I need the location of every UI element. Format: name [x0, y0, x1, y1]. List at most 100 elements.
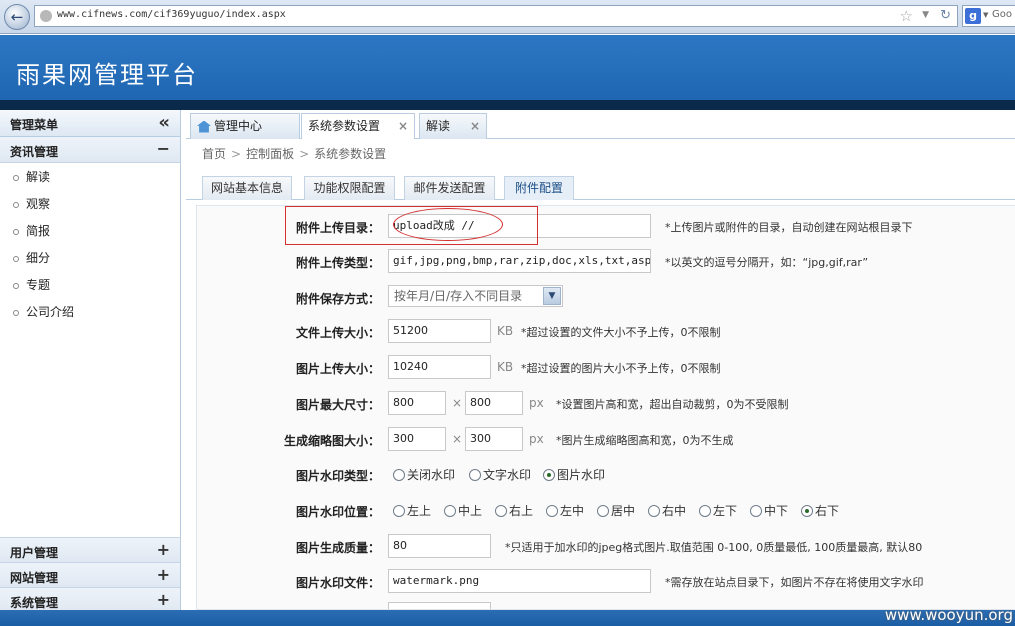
wm-pos-label: 图片水印位置：: [295, 505, 380, 519]
sidebar-section-site[interactable]: 网站管理 +: [0, 562, 180, 587]
wm-file-input[interactable]: watermark.png: [388, 569, 651, 593]
subtab-mail[interactable]: 邮件发送配置: [404, 176, 495, 200]
sidebar-item-label: 公司介绍: [26, 305, 75, 319]
sidebar-section-label: 系统管理: [10, 596, 59, 610]
thumb-width-input[interactable]: 300: [388, 427, 446, 451]
tab-jiedu[interactable]: 解读 ×: [419, 113, 487, 139]
wm-file-label: 图片水印文件：: [295, 576, 380, 590]
upload-types-input[interactable]: gif,jpg,png,bmp,rar,zip,doc,xls,txt,aspx…: [388, 249, 651, 273]
tab-dashboard[interactable]: 管理中心: [190, 113, 300, 139]
file-size-label: 文件上传大小：: [295, 326, 380, 340]
row-wm-type: 图片水印类型： 关闭水印 文字水印 图片水印: [197, 462, 1015, 488]
radio-wm-text[interactable]: 文字水印: [469, 466, 531, 483]
sidebar-item-label: 专题: [26, 278, 51, 292]
sidebar-section-news[interactable]: 资讯管理 −: [0, 137, 180, 163]
radio-pos-center[interactable]: 居中: [597, 502, 635, 519]
save-mode-select[interactable]: 按年月/日/存入不同目录 ▼: [388, 285, 563, 307]
search-box[interactable]: g ▼ Goo: [962, 5, 1015, 27]
tab-bar: 管理中心 系统参数设置 × 解读 ×: [186, 110, 1015, 139]
bullet-icon: [13, 255, 19, 262]
sidebar-menu: 解读 观察 简报 细分 专题 公司介绍: [0, 163, 180, 326]
plus-icon[interactable]: +: [157, 540, 170, 559]
radio-wm-off[interactable]: 关闭水印: [393, 466, 455, 483]
quality-input[interactable]: 80: [388, 534, 491, 558]
file-size-input[interactable]: 51200: [388, 319, 491, 343]
radio-pos-bottom-right[interactable]: 右下: [801, 502, 839, 519]
bookmark-star-icon[interactable]: ☆: [900, 7, 913, 25]
chevron-down-icon[interactable]: ▼: [922, 10, 929, 20]
close-icon[interactable]: ×: [398, 114, 408, 138]
minus-icon[interactable]: −: [157, 139, 170, 158]
radio-label: 右下: [815, 504, 840, 518]
radio-wm-image[interactable]: 图片水印: [543, 466, 605, 483]
times-sign: ×: [452, 396, 463, 410]
app-title: 雨果网管理平台: [16, 61, 198, 89]
plus-icon[interactable]: +: [157, 565, 170, 584]
subtab-attachments[interactable]: 附件配置: [504, 176, 574, 200]
img-max-label: 图片最大尺寸：: [295, 398, 380, 412]
radio-circle: [750, 505, 762, 517]
breadcrumb-control-panel[interactable]: 控制面板: [246, 147, 294, 161]
tab-system-settings[interactable]: 系统参数设置 ×: [301, 113, 415, 139]
thumb-unit: px: [529, 432, 544, 446]
subtab-permissions[interactable]: 功能权限配置: [304, 176, 395, 200]
sidebar-item-guancha[interactable]: 观察: [0, 191, 180, 218]
browser-toolbar: ← www.cifnews.com/cif369yuguo/index.aspx…: [0, 0, 1015, 34]
radio-pos-bottom-left[interactable]: 左下: [699, 502, 737, 519]
attachment-settings-form: 附件上传目录： upload改成 // *上传图片或附件的目录，自动创建在网站根…: [196, 205, 1015, 610]
address-bar[interactable]: www.cifnews.com/cif369yuguo/index.aspx ☆…: [34, 5, 958, 27]
radio-pos-bottom-center[interactable]: 中下: [750, 502, 788, 519]
wm-file-hint: *需存放在站点目录下，如图片不存在将使用文字水印: [665, 576, 924, 589]
breadcrumb: 首页 > 控制面板 > 系统参数设置: [202, 145, 386, 162]
radio-pos-mid-left[interactable]: 左中: [546, 502, 584, 519]
chevron-down-icon[interactable]: ▼: [543, 287, 561, 305]
sidebar-item-jianbao[interactable]: 简报: [0, 218, 180, 245]
img-size-input[interactable]: 10240: [388, 355, 491, 379]
row-img-max: 图片最大尺寸： 800 × 800 px *设置图片高和宽，超出自动裁剪，0为不…: [197, 391, 1015, 417]
partial-input[interactable]: [388, 602, 491, 609]
radio-label: 左中: [560, 504, 585, 518]
radio-pos-mid-right[interactable]: 右中: [648, 502, 686, 519]
radio-label: 居中: [611, 504, 636, 518]
app-header: 雨果网管理平台: [0, 35, 1015, 100]
img-size-label: 图片上传大小：: [295, 362, 380, 376]
times-sign: ×: [452, 432, 463, 446]
sidebar-item-label: 细分: [26, 251, 51, 265]
plus-icon[interactable]: +: [157, 590, 170, 609]
collapse-icon[interactable]: «: [158, 112, 170, 133]
breadcrumb-separator: >: [299, 147, 310, 161]
thumb-height-input[interactable]: 300: [465, 427, 523, 451]
row-quality: 图片生成质量： 80 *只适用于加水印的jpeg格式图片.取值范围 0-100,…: [197, 534, 1015, 560]
radio-circle: [495, 505, 507, 517]
radio-pos-top-center[interactable]: 中上: [444, 502, 482, 519]
radio-label: 左上: [407, 504, 432, 518]
img-max-height-input[interactable]: 800: [465, 391, 523, 415]
search-engine-dropdown-icon[interactable]: ▼: [983, 11, 988, 19]
sidebar-item-jiedu[interactable]: 解读: [0, 164, 180, 191]
subtab-site-info[interactable]: 网站基本信息: [202, 176, 292, 200]
save-mode-value: 按年月/日/存入不同目录: [394, 289, 523, 303]
sidebar-item-zhuanti[interactable]: 专题: [0, 272, 180, 299]
close-icon[interactable]: ×: [470, 114, 480, 138]
upload-types-hint: *以英文的逗号分隔开，如：“jpg,gif,rar”: [665, 256, 869, 269]
radio-pos-top-left[interactable]: 左上: [393, 502, 431, 519]
sidebar-section-users[interactable]: 用户管理 +: [0, 537, 180, 562]
back-button[interactable]: ←: [4, 4, 30, 30]
wm-type-label: 图片水印类型：: [295, 469, 380, 483]
watermark: www.wooyun.org: [884, 606, 1013, 624]
img-max-width-input[interactable]: 800: [388, 391, 446, 415]
sidebar-section-system[interactable]: 系统管理 +: [0, 587, 180, 612]
upload-dir-hint: *上传图片或附件的目录，自动创建在网站根目录下: [665, 221, 913, 234]
sidebar-item-xifen[interactable]: 细分: [0, 245, 180, 272]
radio-label: 文字水印: [483, 468, 532, 482]
quality-hint: *只适用于加水印的jpeg格式图片.取值范围 0-100, 0质量最低, 100…: [505, 541, 923, 554]
radio-circle-checked: [801, 505, 813, 517]
breadcrumb-home[interactable]: 首页: [202, 147, 226, 161]
refresh-icon[interactable]: ↻: [940, 8, 951, 23]
google-icon[interactable]: g: [965, 8, 981, 24]
row-thumb: 生成缩略图大小： 300 × 300 px *图片生成缩略图高和宽，0为不生成: [197, 427, 1015, 453]
header-divider: [0, 100, 1015, 110]
sidebar-item-company[interactable]: 公司介绍: [0, 299, 180, 326]
radio-pos-top-right[interactable]: 右上: [495, 502, 533, 519]
file-size-hint: *超过设置的文件大小不予上传，0不限制: [521, 326, 721, 339]
